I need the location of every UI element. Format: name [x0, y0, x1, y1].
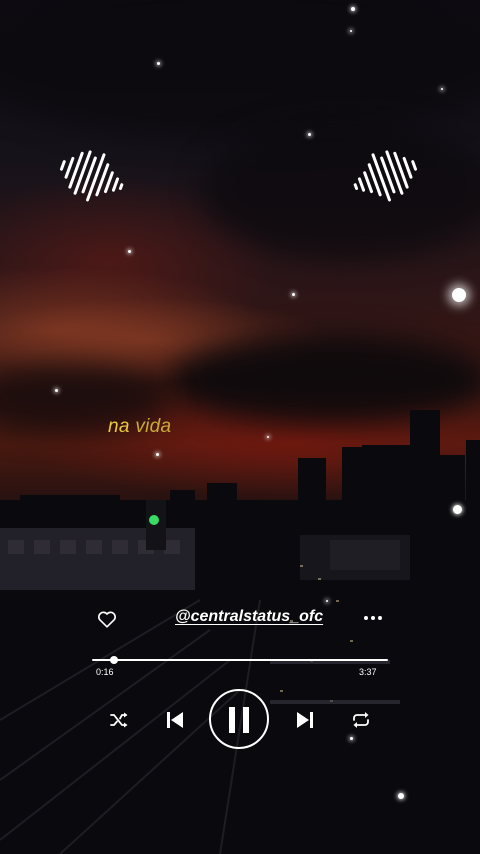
star	[452, 288, 466, 302]
star	[55, 389, 58, 392]
repeat-icon[interactable]	[351, 711, 371, 729]
lyric-word: vida	[135, 416, 172, 437]
total-duration: 3:37	[359, 667, 377, 677]
star	[128, 250, 131, 253]
elapsed-time: 0:16	[96, 667, 114, 677]
star	[398, 793, 404, 799]
star	[267, 436, 269, 438]
star	[156, 453, 159, 456]
star	[157, 62, 160, 65]
sound-wave-icon	[60, 150, 124, 202]
pause-button[interactable]	[209, 689, 269, 749]
star	[326, 600, 328, 602]
star	[441, 88, 443, 90]
star	[351, 7, 355, 11]
shuffle-icon[interactable]	[109, 711, 129, 729]
star	[292, 293, 295, 296]
pause-icon	[229, 707, 235, 733]
pause-icon	[243, 707, 249, 733]
music-status-screen: na vida @centralstatus_ofc 0:16 3:37	[0, 0, 480, 854]
more-dots-icon[interactable]	[362, 608, 384, 628]
star	[350, 30, 352, 32]
sound-wave-icon	[353, 150, 417, 202]
star	[453, 505, 462, 514]
skip-next-icon[interactable]	[296, 711, 314, 729]
star	[308, 133, 311, 136]
heart-icon[interactable]	[96, 608, 118, 630]
lyric-word: na	[108, 416, 130, 437]
star	[350, 737, 353, 740]
progress-track[interactable]	[92, 659, 388, 661]
profile-handle-link[interactable]: @centralstatus_ofc	[175, 608, 323, 626]
skip-previous-icon[interactable]	[166, 711, 184, 729]
progress-thumb[interactable]	[109, 656, 118, 664]
lyric-line: na vida	[108, 416, 171, 438]
